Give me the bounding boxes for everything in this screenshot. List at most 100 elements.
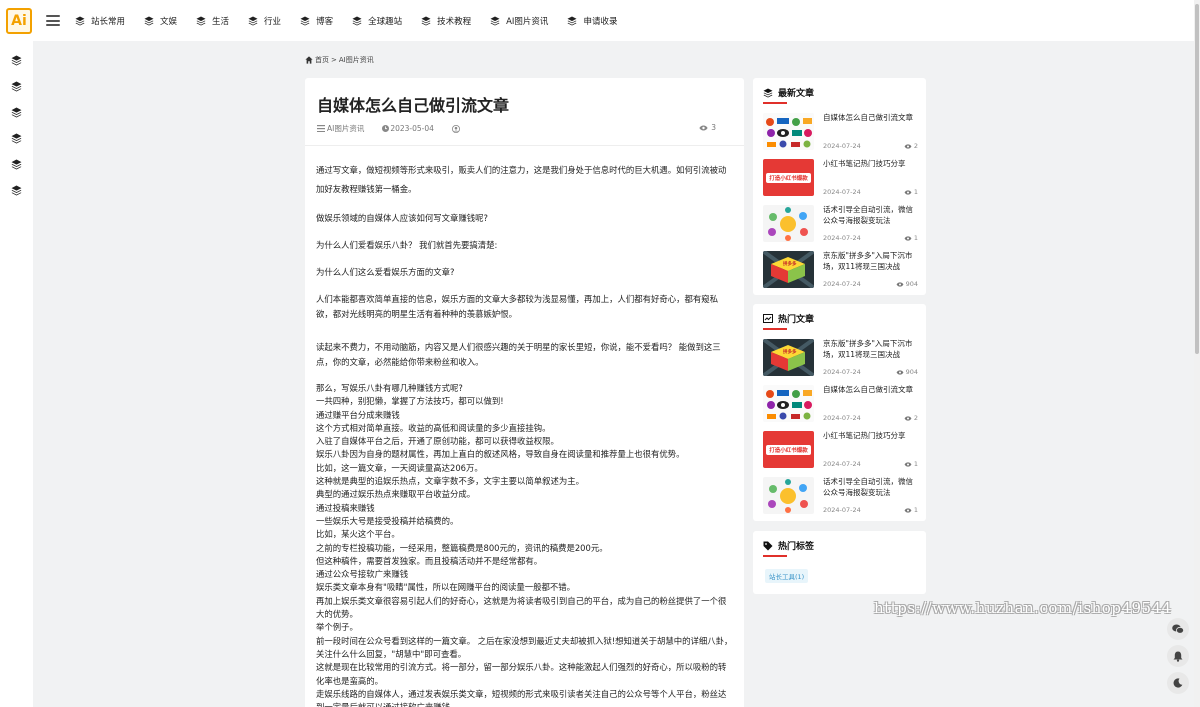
- article-paragraph: 为什么人们爱看娱乐八卦？ 我们就首先要搞清楚:: [316, 240, 498, 250]
- layers-icon: [352, 16, 362, 25]
- eye-icon: [904, 507, 912, 513]
- post-title[interactable]: 京东版"拼多多"入局下沉市场，双11将现三国决战: [823, 251, 918, 272]
- side-post-item[interactable]: 打造小红书爆款 小红书笔记热门技巧分享 2024-07-24 1: [763, 431, 918, 468]
- side-post-item[interactable]: 拼多多 京东版"拼多多"入局下沉市场，双11将现三国决战 2024-07-24 904: [763, 339, 918, 376]
- article-line: 通过赚平台分成来赚钱: [316, 409, 400, 420]
- article-meta: AI图片资讯 2023-05-04 3: [317, 123, 725, 134]
- meta-date: 2023-05-04: [382, 124, 443, 133]
- layers-icon[interactable]: [11, 185, 22, 196]
- post-title[interactable]: 话术引导全自动引流，微信公众号海报裂变玩法: [823, 205, 918, 226]
- post-views: 1: [904, 506, 918, 514]
- article-line: 比如，某火这个平台。: [316, 529, 400, 540]
- nav-item[interactable]: 站长常用: [75, 15, 125, 27]
- article-card: 自媒体怎么自己做引流文章 AI图片资讯 2023-05-04 3 通过写文章，做…: [305, 78, 744, 707]
- article-line: 一共四种，别犯懒，掌握了方法技巧，都可以做到!: [316, 396, 504, 407]
- menu-toggle-icon[interactable]: [46, 15, 60, 26]
- site-logo[interactable]: Ai: [6, 7, 32, 34]
- post-views-count: 1: [913, 234, 918, 242]
- meta-category[interactable]: AI图片资讯: [317, 123, 373, 134]
- pinduoduo-box-thumbnail[interactable]: 拼多多: [763, 251, 814, 288]
- layers-icon: [144, 16, 154, 25]
- article-line: 举个例子。: [316, 622, 358, 633]
- side-post-item[interactable]: 自媒体怎么自己做引流文章 2024-07-24 2: [763, 113, 918, 150]
- post-views-count: 1: [913, 460, 918, 468]
- breadcrumb-current[interactable]: AI图片资讯: [339, 55, 374, 65]
- list-icon: [317, 125, 325, 132]
- wechat-button[interactable]: [1167, 618, 1189, 640]
- pinduoduo-box-thumbnail[interactable]: 拼多多: [763, 339, 814, 376]
- meta-author[interactable]: [451, 124, 460, 133]
- xiaohongshu-thumbnail[interactable]: 打造小红书爆款: [763, 159, 814, 196]
- layers-icon: [490, 16, 500, 25]
- article-divider: [305, 145, 744, 146]
- post-title[interactable]: 小红书笔记热门技巧分享: [823, 159, 918, 170]
- thumbnail-caption: 拼多多: [783, 350, 797, 355]
- layers-icon[interactable]: [11, 81, 22, 92]
- nav-item[interactable]: 博客: [300, 15, 333, 27]
- article-line: 前一段时间在公众号看到这样的一篇文章。 之后在家没想到最近丈夫却被抓入狱!想知道…: [316, 635, 733, 659]
- app-icons-thumbnail[interactable]: [763, 205, 814, 242]
- nav-item[interactable]: 申请收录: [567, 15, 617, 27]
- nav-item[interactable]: 全球趣站: [352, 15, 402, 27]
- side-post-item[interactable]: 打造小红书爆款 小红书笔记热门技巧分享 2024-07-24 1: [763, 159, 918, 196]
- xiaohongshu-thumbnail[interactable]: 打造小红书爆款: [763, 431, 814, 468]
- layers-icon[interactable]: [11, 133, 22, 144]
- eye-icon: [904, 189, 912, 195]
- app-logos-thumbnail[interactable]: [763, 113, 814, 150]
- post-views: 904: [896, 280, 918, 288]
- article-title: 自媒体怎么自己做引流文章: [317, 96, 510, 115]
- nav-item[interactable]: 文娱: [144, 15, 177, 27]
- notification-button[interactable]: [1167, 645, 1189, 667]
- nav-item[interactable]: 技术教程: [421, 15, 471, 27]
- nav-item-label: 文娱: [160, 16, 178, 27]
- chart-box-icon: [763, 314, 773, 323]
- article-line: 典型的通过娱乐热点来赚取平台收益分成。: [316, 489, 476, 500]
- thumbnail-caption: 打造小红书爆款: [766, 445, 811, 455]
- layers-icon[interactable]: [11, 55, 22, 66]
- post-title[interactable]: 自媒体怎么自己做引流文章: [823, 113, 918, 124]
- post-views-count: 2: [913, 142, 918, 150]
- nav-item[interactable]: 生活: [196, 15, 229, 27]
- app-icons-thumbnail[interactable]: [763, 477, 814, 514]
- views-count: 3: [711, 123, 716, 132]
- side-post-item[interactable]: 自媒体怎么自己做引流文章 2024-07-24 2: [763, 385, 918, 422]
- scrollbar-thumb[interactable]: [1195, 4, 1199, 354]
- tag-chip[interactable]: 站长工具(1): [765, 569, 809, 583]
- nav-item-label: 生活: [212, 16, 230, 27]
- wechat-icon: [1172, 624, 1184, 634]
- category-label[interactable]: AI图片资讯: [327, 123, 364, 134]
- page-scrollbar[interactable]: [1194, 0, 1200, 707]
- layers-icon[interactable]: [11, 107, 22, 118]
- layers-icon[interactable]: [11, 159, 22, 170]
- post-title[interactable]: 小红书笔记热门技巧分享: [823, 431, 918, 442]
- side-post-item[interactable]: 话术引导全自动引流，微信公众号海报裂变玩法 2024-07-24 1: [763, 205, 918, 242]
- app-logos-thumbnail[interactable]: [763, 385, 814, 422]
- post-date: 2024-07-24: [823, 506, 861, 514]
- eye-icon: [896, 281, 904, 287]
- nav-item[interactable]: AI图片资讯: [490, 15, 548, 27]
- home-icon[interactable]: [305, 56, 313, 64]
- post-views: 1: [904, 188, 918, 196]
- post-title[interactable]: 自媒体怎么自己做引流文章: [823, 385, 918, 396]
- side-post-item[interactable]: 话术引导全自动引流，微信公众号海报裂变玩法 2024-07-24 1: [763, 477, 918, 514]
- top-navbar: Ai 站长常用 文娱 生活 行业 博客 全球趣站 技术教程 AI图片资讯 申请收录: [0, 0, 1200, 41]
- post-title[interactable]: 京东版"拼多多"入局下沉市场，双11将现三国决战: [823, 339, 918, 360]
- main-nav: 站长常用 文娱 生活 行业 博客 全球趣站 技术教程 AI图片资讯 申请收录: [75, 15, 636, 27]
- breadcrumb-home[interactable]: 首页: [315, 55, 329, 65]
- article-line: 走娱乐线路的自媒体人，通过发表娱乐类文章，短视频的形式来吸引读者关注自己的公众号…: [316, 688, 727, 707]
- article-line: 这个方式相对简单直接。收益的高低和阅读量的多少直接挂钩。: [316, 422, 551, 433]
- article-line: 比如，这一篇文章，一天阅读量高达206万。: [316, 462, 483, 473]
- post-title[interactable]: 话术引导全自动引流，微信公众号海报裂变玩法: [823, 477, 918, 498]
- nav-item-label: 申请收录: [583, 16, 618, 27]
- clock-icon: [382, 125, 390, 132]
- post-views-count: 1: [913, 188, 918, 196]
- post-date: 2024-07-24: [823, 414, 861, 422]
- article-line: 之前的专栏投稿功能，一经采用，整篇稿费是800元的，资讯的稿费是200元。: [316, 542, 608, 553]
- dark-mode-button[interactable]: [1167, 672, 1189, 694]
- article-line: 入驻了自媒体平台之后，开通了原创功能，都可以获得收益权限。: [316, 436, 559, 447]
- article-paragraph: 做娱乐领域的自媒体人应该如何写文章赚钱呢?: [316, 213, 488, 223]
- article-line: 娱乐八卦因为自身的题材属性，再加上直白的叙述风格，导致自身在阅读量和推荐量上也很…: [316, 449, 685, 460]
- side-post-item[interactable]: 拼多多 京东版"拼多多"入局下沉市场，双11将现三国决战 2024-07-24 904: [763, 251, 918, 288]
- nav-item[interactable]: 行业: [248, 15, 281, 27]
- latest-heading-label: 最新文章: [778, 89, 815, 99]
